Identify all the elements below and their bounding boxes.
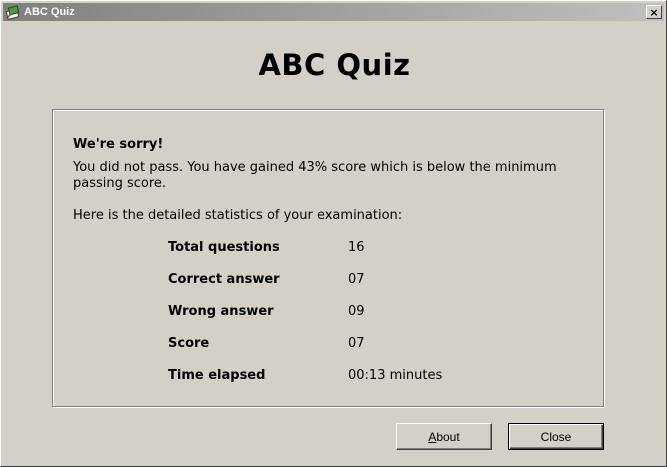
window-close-button[interactable]: × [646, 5, 662, 19]
title-bar[interactable]: ABC Quiz × [3, 3, 664, 21]
stat-label: Correct answer [168, 272, 280, 287]
window-title: ABC Quiz [24, 6, 75, 18]
result-message: You did not pass. You have gained 43% sc… [73, 160, 557, 191]
about-button[interactable]: About [396, 423, 492, 450]
quiz-app-icon [5, 4, 21, 21]
stat-value: 09 [348, 304, 365, 319]
stat-row-time-elapsed: Time elapsed 00:13 minutes [168, 368, 488, 400]
stat-label: Total questions [168, 240, 280, 255]
close-button[interactable]: Close [508, 423, 604, 450]
app-title: ABC Quiz [258, 48, 411, 82]
result-panel: We're sorry! You did not pass. You have … [52, 109, 604, 407]
stat-row-correct-answer: Correct answer 07 [168, 272, 488, 304]
stat-value: 00:13 minutes [348, 368, 443, 383]
stat-value: 16 [348, 240, 365, 255]
stat-value: 07 [348, 336, 365, 351]
stat-label: Score [168, 336, 210, 351]
quiz-window: ABC Quiz × ABC Quiz We're sorry! You did… [0, 0, 667, 467]
stat-label: Time elapsed [168, 368, 266, 383]
stat-row-score: Score 07 [168, 336, 488, 368]
stat-row-wrong-answer: Wrong answer 09 [168, 304, 488, 336]
stat-row-total-questions: Total questions 16 [168, 240, 488, 272]
stat-label: Wrong answer [168, 304, 274, 319]
about-label: bout [436, 429, 460, 444]
close-icon: × [649, 5, 659, 19]
stats-intro: Here is the detailed statistics of your … [73, 208, 403, 223]
about-mnemonic: A [428, 429, 437, 444]
result-heading: We're sorry! [73, 137, 164, 152]
stats-table: Total questions 16 Correct answer 07 Wro… [168, 240, 488, 400]
stat-value: 07 [348, 272, 365, 287]
